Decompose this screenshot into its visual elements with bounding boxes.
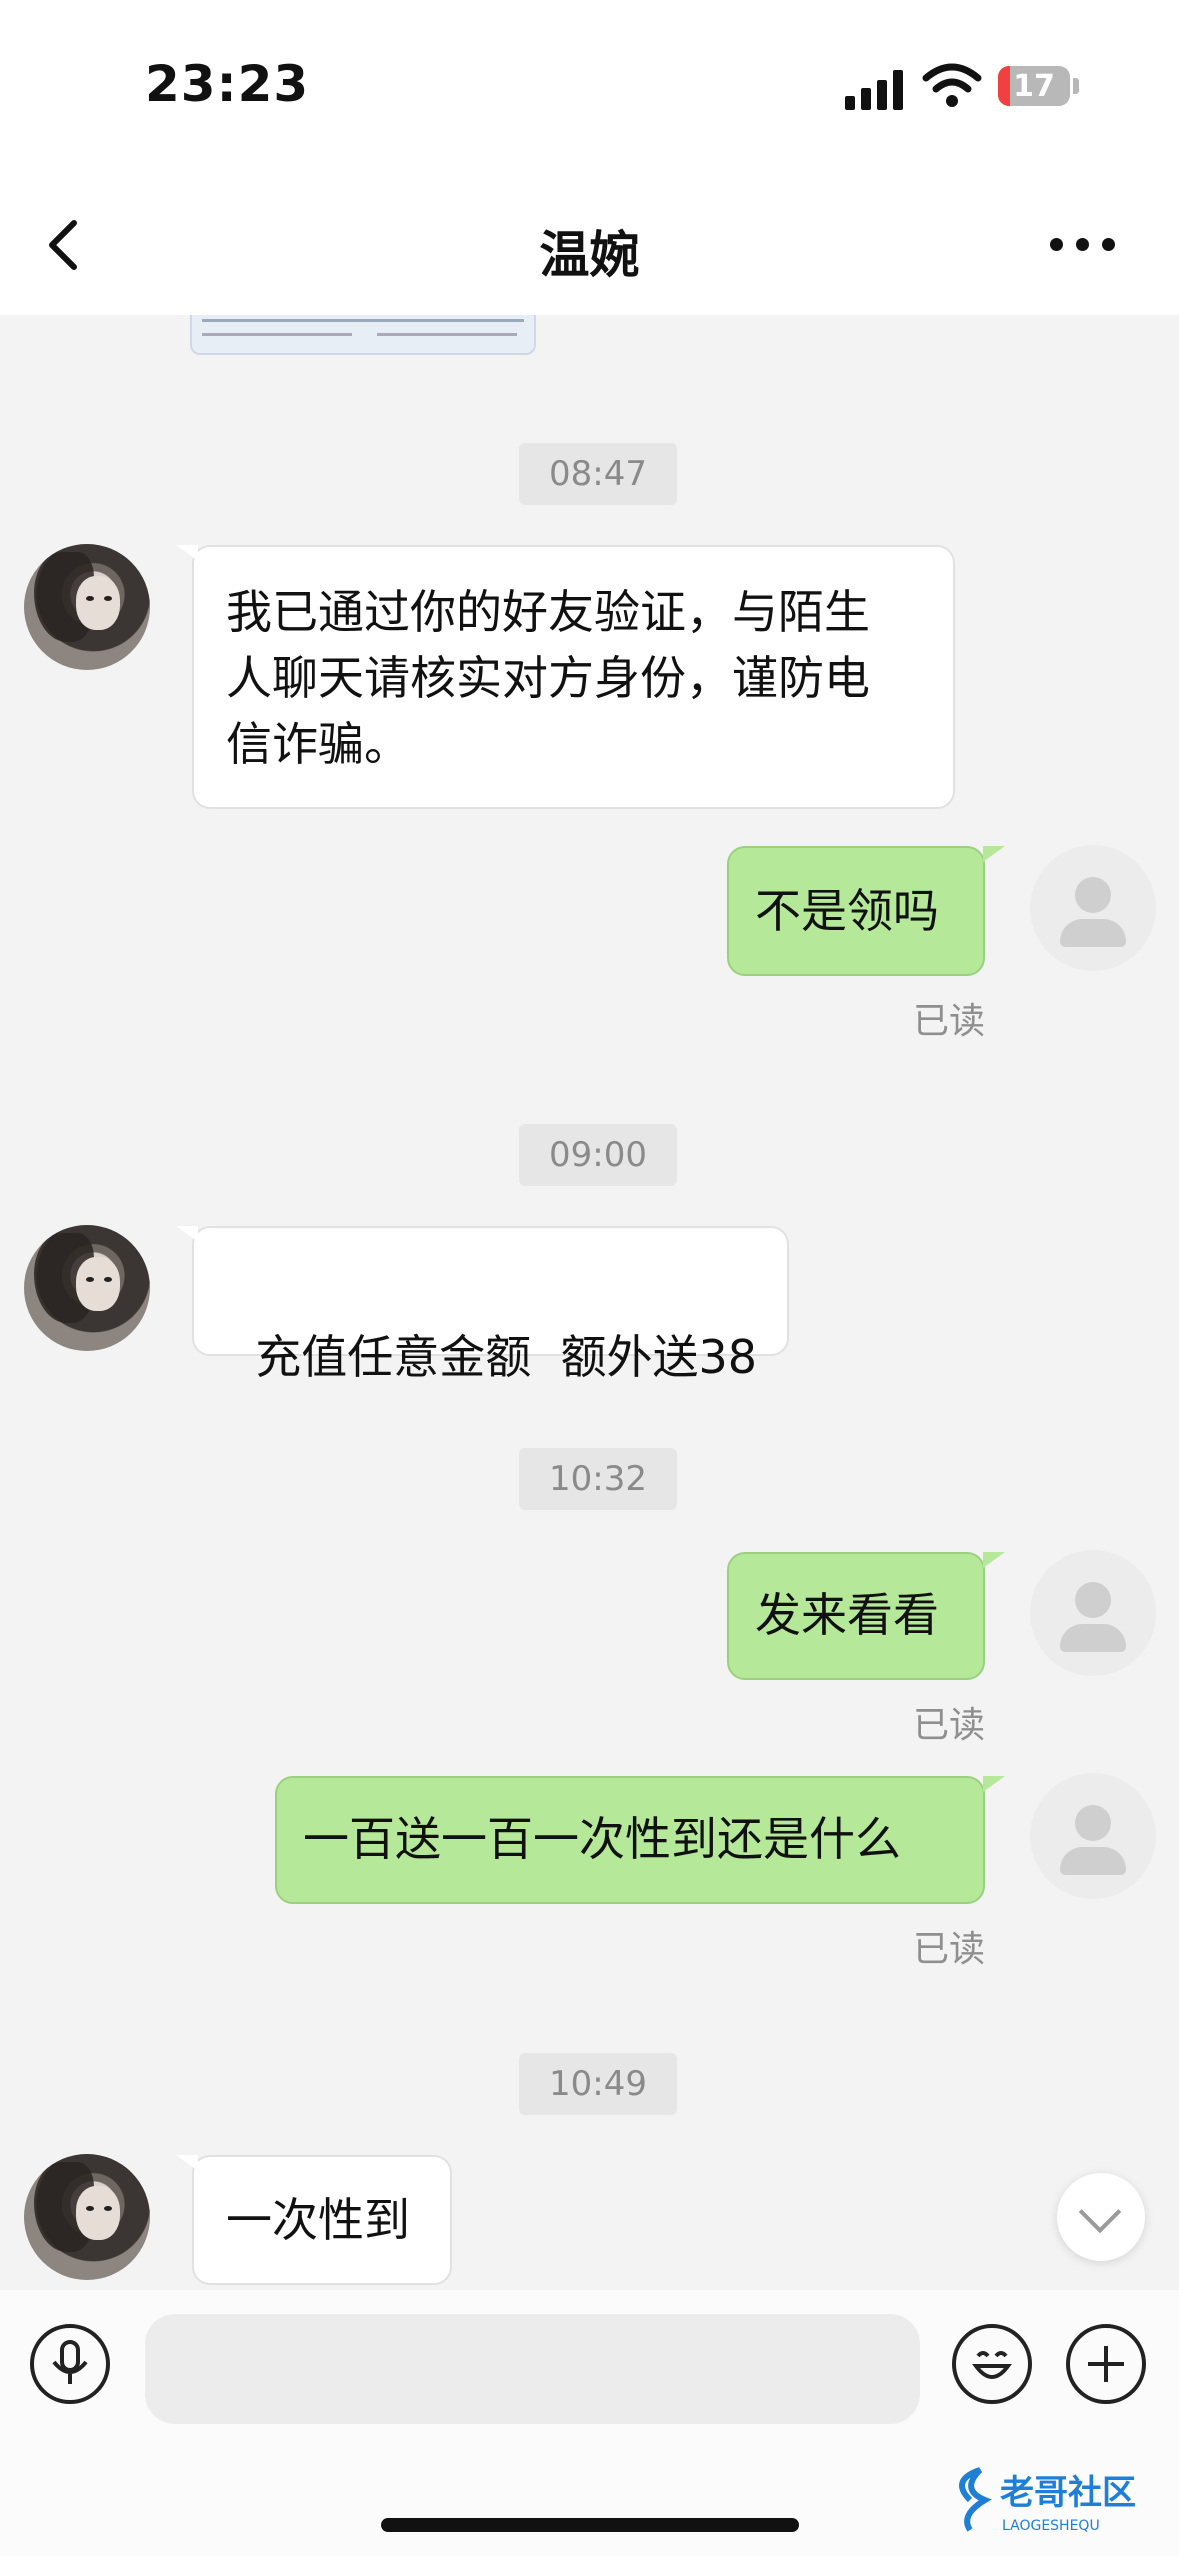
input-bar: 老哥社区 LAOGESHEQU	[0, 2290, 1179, 2556]
watermark-subtext: LAOGESHEQU	[1002, 2518, 1100, 2534]
bubble-tail	[176, 2155, 198, 2171]
outgoing-message[interactable]: 一百送一百一次性到还是什么	[275, 1776, 985, 1904]
timestamp: 10:49	[519, 2053, 677, 2115]
bubble-tail	[983, 1552, 1005, 1568]
top-bar: 23:23 17 温婉	[0, 0, 1179, 315]
contact-avatar[interactable]	[24, 1225, 150, 1351]
bubble-tail	[176, 1226, 198, 1242]
battery-percent: 17	[1013, 69, 1055, 104]
more-horizontal-icon[interactable]	[1050, 230, 1120, 260]
user-avatar[interactable]	[1030, 1773, 1156, 1899]
incoming-message[interactable]: 充值任意金额 额外送38	[192, 1226, 789, 1384]
message-input[interactable]	[145, 2314, 920, 2424]
read-receipt: 已读	[913, 1929, 986, 1970]
message-line: 信诈骗。	[226, 717, 410, 771]
smile-icon[interactable]	[952, 2324, 1032, 2404]
timestamp: 09:00	[519, 1124, 677, 1186]
message-text: 一百送一百一次性到还是什么	[303, 1812, 901, 1866]
chevron-down-icon[interactable]	[1057, 2173, 1145, 2261]
status-time: 23:23	[145, 55, 310, 113]
read-receipt: 已读	[913, 1705, 986, 1746]
message-line: 我已通过你的好友验证，与陌生	[226, 585, 870, 639]
bubble-tail	[983, 1776, 1005, 1792]
message-text: 一次性到	[226, 2193, 410, 2247]
incoming-message[interactable]: 我已通过你的好友验证，与陌生 人聊天请核实对方身份，谨防电 信诈骗。	[192, 545, 955, 809]
outgoing-message[interactable]: 发来看看	[727, 1552, 985, 1680]
wifi-icon	[922, 63, 982, 107]
microphone-icon[interactable]	[30, 2324, 110, 2404]
home-indicator[interactable]	[381, 2518, 799, 2532]
image-message-thumbnail[interactable]	[190, 315, 536, 355]
outgoing-message[interactable]: 不是领吗	[727, 846, 985, 976]
battery-tip	[1073, 78, 1079, 94]
user-avatar[interactable]	[1030, 845, 1156, 971]
incoming-message[interactable]: 一次性到	[192, 2155, 452, 2285]
message-line: 人聊天请核实对方身份，谨防电	[226, 651, 870, 705]
plus-icon[interactable]	[1066, 2324, 1146, 2404]
watermark-logo: 老哥社区 LAOGESHEQU	[940, 2460, 1170, 2540]
watermark-text: 老哥社区	[1000, 2473, 1136, 2513]
timestamp: 10:32	[519, 1448, 677, 1510]
chat-title: 温婉	[539, 226, 640, 284]
contact-avatar[interactable]	[24, 544, 150, 670]
message-text: 发来看看	[755, 1588, 939, 1642]
battery-indicator: 17	[998, 66, 1070, 106]
contact-avatar[interactable]	[24, 2154, 150, 2280]
user-avatar[interactable]	[1030, 1550, 1156, 1676]
signal-icon	[845, 68, 905, 110]
read-receipt: 已读	[913, 1001, 986, 1042]
timestamp: 08:47	[519, 443, 677, 505]
message-text: 不是领吗	[755, 884, 939, 938]
bubble-tail	[176, 545, 198, 561]
message-text: 充值任意金额 额外送38	[255, 1330, 758, 1384]
bubble-tail	[983, 846, 1005, 862]
